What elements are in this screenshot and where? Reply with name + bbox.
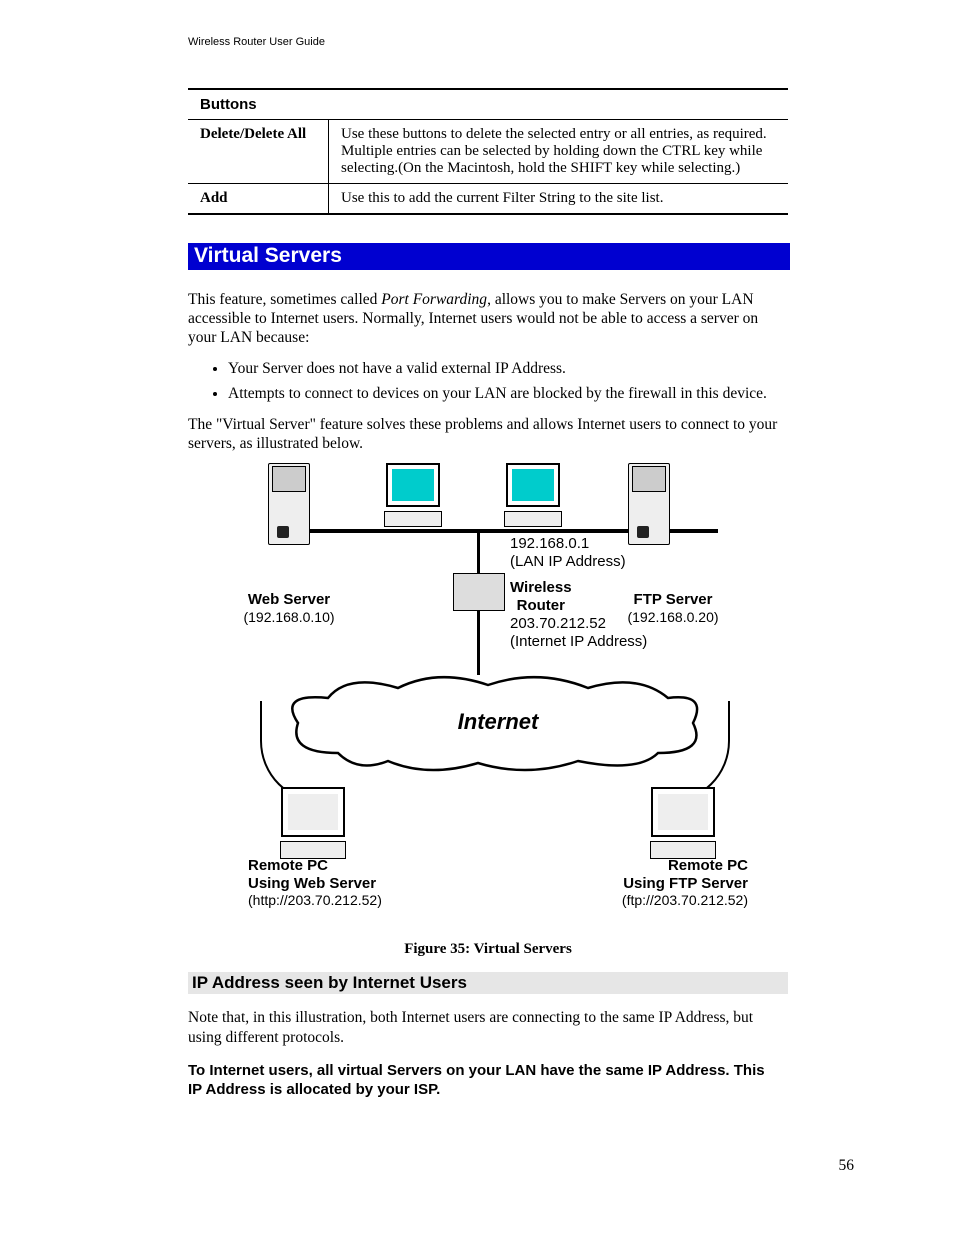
remote-left-l3: (http://203.70.212.52): [248, 892, 382, 908]
web-server-title: Web Server: [248, 591, 330, 608]
list-item: Your Server does not have a valid extern…: [228, 358, 788, 380]
ftp-server-label: FTP Server (192.168.0.20): [608, 591, 738, 626]
doc-header: Wireless Router User Guide: [188, 36, 862, 48]
table-row: Delete/Delete All Use these buttons to d…: [188, 120, 788, 184]
lan-pc-icon: [378, 463, 448, 527]
ftp-server-icon: [628, 463, 672, 545]
bullet-list: Your Server does not have a valid extern…: [188, 358, 788, 405]
intro-text-1: This feature, sometimes called: [188, 291, 381, 308]
page-number: 56: [839, 1157, 855, 1175]
row-label: Delete/Delete All: [188, 120, 329, 184]
router-down-line-icon: [477, 609, 480, 675]
web-server-label: Web Server (192.168.0.10): [224, 591, 354, 626]
section-heading: Virtual Servers: [188, 243, 790, 270]
wireless-router-label: Wireless Router: [510, 579, 572, 614]
remote-right-l3: (ftp://203.70.212.52): [622, 892, 748, 908]
wireless-router-icon: [453, 573, 505, 611]
remote-left-l2: Using Web Server: [248, 875, 376, 892]
web-server-ip: (192.168.0.10): [243, 609, 334, 625]
virtual-servers-figure: 192.168.0.1 (LAN IP Address) Web Server …: [248, 463, 748, 933]
remote-right-label: Remote PC Using FTP Server (ftp://203.70…: [568, 857, 748, 909]
sub-heading: IP Address seen by Internet Users: [188, 972, 788, 994]
remote-pc-left-icon: [278, 787, 348, 859]
buttons-table-header: Buttons: [188, 89, 788, 120]
lan-ip-line1: 192.168.0.1: [510, 535, 589, 552]
remote-right-l2: Using FTP Server: [623, 875, 748, 892]
internet-ip-line1: 203.70.212.52: [510, 615, 606, 632]
intro-paragraph: This feature, sometimes called Port Forw…: [188, 290, 788, 348]
list-item: Attempts to connect to devices on your L…: [228, 383, 788, 405]
remote-pc-right-icon: [648, 787, 718, 859]
ftp-server-title: FTP Server: [634, 591, 713, 608]
lan-ip-line2: (LAN IP Address): [510, 553, 626, 570]
note-paragraph: Note that, in this illustration, both In…: [188, 1008, 788, 1046]
buttons-table: Buttons Delete/Delete All Use these butt…: [188, 88, 788, 215]
internet-ip-line2: (Internet IP Address): [510, 633, 647, 650]
lan-pc-icon: [498, 463, 568, 527]
remote-left-l1: Remote PC: [248, 857, 328, 874]
remote-left-label: Remote PC Using Web Server (http://203.7…: [248, 857, 382, 909]
post-bullets-paragraph: The "Virtual Server" feature solves thes…: [188, 415, 788, 453]
row-desc: Use this to add the current Filter Strin…: [329, 184, 789, 215]
ftp-server-ip: (192.168.0.20): [627, 609, 718, 625]
wireless-router-l1: Wireless: [510, 579, 572, 596]
wireless-router-l2: Router: [517, 597, 565, 614]
router-up-line-icon: [477, 531, 480, 575]
figure-caption: Figure 35: Virtual Servers: [188, 941, 788, 958]
row-desc: Use these buttons to delete the selected…: [329, 120, 789, 184]
intro-italic: Port Forwarding: [381, 291, 487, 308]
bold-paragraph: To Internet users, all virtual Servers o…: [188, 1062, 768, 1100]
remote-right-l1: Remote PC: [668, 857, 748, 874]
table-row: Add Use this to add the current Filter S…: [188, 184, 788, 215]
web-server-icon: [268, 463, 312, 545]
lan-ip-label: 192.168.0.1 (LAN IP Address): [510, 535, 626, 570]
row-label: Add: [188, 184, 329, 215]
